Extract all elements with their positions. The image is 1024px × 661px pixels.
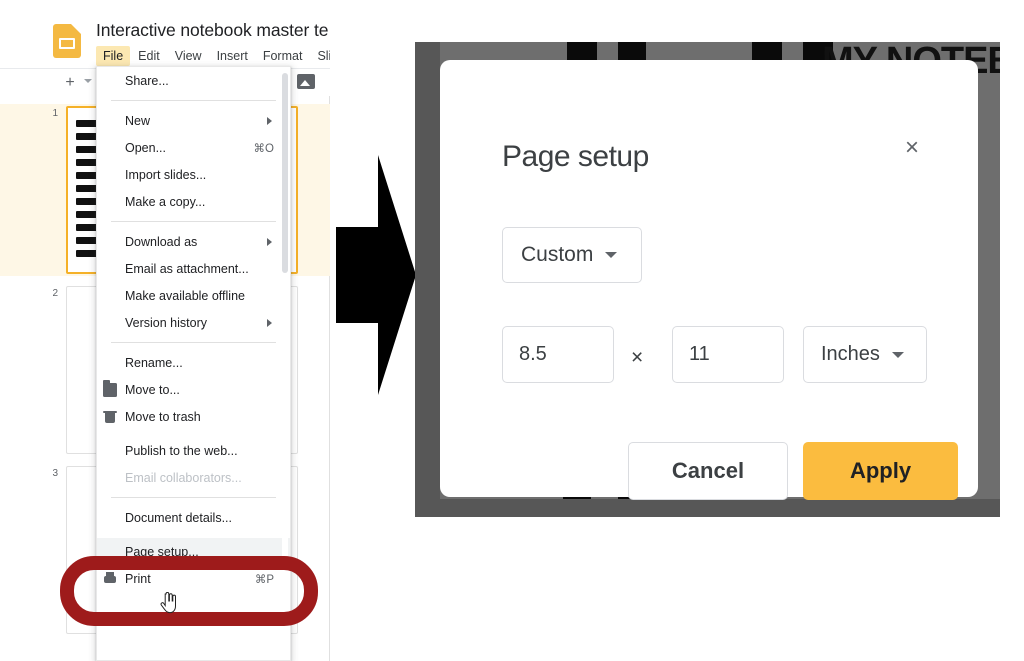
dialog-title: Page setup [502, 140, 649, 173]
menubar-item-edit[interactable]: Edit [131, 46, 167, 66]
chevron-down-icon[interactable] [84, 79, 92, 83]
menu-item-make-a-copy[interactable]: Make a copy... [97, 188, 290, 215]
menu-item-label: Move to trash [125, 409, 201, 424]
document-title[interactable]: Interactive notebook master te [96, 20, 329, 41]
menu-item-label: Make a copy... [125, 194, 206, 209]
page-size-preset-value: Custom [521, 243, 594, 266]
menu-gap [97, 430, 290, 437]
slide-number: 3 [52, 468, 58, 479]
screenshot-root: Interactive notebook master te File Edit V… [0, 0, 1024, 661]
menu-scrollbar-thumb[interactable] [282, 73, 288, 273]
menu-item-email-as-attachment[interactable]: Email as attachment... [97, 255, 290, 282]
menubar-item-slid[interactable]: Slid [310, 46, 330, 66]
menubar-item-view[interactable]: View [168, 46, 209, 66]
menu-separator [111, 497, 276, 498]
menu-item-label: Move to... [125, 382, 180, 397]
menubar-item-insert[interactable]: Insert [210, 46, 255, 66]
menu-item-label: Publish to the web... [125, 443, 238, 458]
menu-item-label: Email collaborators... [125, 470, 242, 485]
page-height-input[interactable]: 11 [672, 326, 784, 383]
menu-item-label: Open... [125, 140, 166, 155]
menu-item-publish-to-the-web[interactable]: Publish to the web... [97, 437, 290, 464]
menu-item-version-history[interactable]: Version history [97, 309, 290, 336]
submenu-arrow-icon [267, 237, 272, 246]
menu-item-new[interactable]: New [97, 107, 290, 134]
red-highlight-annotation [60, 556, 318, 626]
menu-item-move-to-trash[interactable]: Move to trash [97, 403, 290, 430]
menu-item-open[interactable]: Open... ⌘O [97, 134, 290, 161]
dimension-separator: × [631, 346, 644, 369]
page-setup-screenshot: MY NOTEBO Sl Page setup × Cus [415, 42, 1000, 517]
menu-item-share[interactable]: Share... [97, 67, 290, 94]
submenu-arrow-icon [267, 116, 272, 125]
google-slides-window: Interactive notebook master te File Edit V… [0, 0, 330, 661]
menu-bar: FileEditViewInsertFormatSlid [96, 45, 330, 67]
slide-left-border [415, 42, 440, 517]
menu-item-label: Document details... [125, 510, 232, 525]
page-width-input[interactable]: 8.5 [502, 326, 614, 383]
menu-item-email-collaborators: Email collaborators... [97, 464, 290, 491]
menubar-item-file[interactable]: File [96, 46, 131, 66]
menu-item-label: Make available offline [125, 288, 245, 303]
apply-button[interactable]: Apply [803, 442, 958, 500]
menubar-item-format[interactable]: Format [256, 46, 310, 66]
menu-item-download-as[interactable]: Download as [97, 228, 290, 255]
slide-bottom-border [415, 499, 1000, 517]
menu-item-label: Email as attachment... [125, 261, 249, 276]
menu-item-label: Import slides... [125, 167, 207, 182]
trash-icon [103, 410, 117, 424]
add-slide-button[interactable]: + [60, 73, 80, 93]
menu-item-import-slides[interactable]: Import slides... [97, 161, 290, 188]
logo-fold [71, 24, 81, 34]
cancel-button[interactable]: Cancel [628, 442, 788, 500]
menu-item-label: Version history [125, 315, 207, 330]
slide-number: 1 [52, 108, 58, 119]
page-setup-dialog: Page setup × Custom 8.5 × 11 Inches Canc… [440, 60, 978, 500]
folder-icon [103, 379, 117, 397]
menu-separator [111, 100, 276, 101]
page-units-dropdown[interactable]: Inches [803, 326, 927, 383]
menu-item-move-to[interactable]: Move to... [97, 376, 290, 403]
menu-gap [97, 531, 290, 538]
page-units-value: Inches [821, 343, 880, 365]
pointing-hand-cursor [160, 592, 176, 614]
menu-item-shortcut: ⌘O [253, 142, 274, 155]
image-icon[interactable] [297, 74, 315, 89]
document-header: Interactive notebook master te File Edit V… [0, 0, 330, 68]
menu-item-label: Download as [125, 234, 198, 249]
chevron-down-icon [891, 351, 904, 358]
menu-item-label: Share... [125, 73, 169, 88]
right-arrow-icon [336, 155, 416, 395]
file-menu-list: Share... New Open... ⌘O Import slides... Make… [97, 67, 290, 592]
menu-separator [111, 342, 276, 343]
menu-item-label: New [125, 113, 151, 128]
submenu-arrow-icon [267, 318, 272, 327]
menu-item-rename[interactable]: Rename... [97, 349, 290, 376]
slide-number: 2 [52, 288, 58, 299]
logo-inner-shape [59, 38, 75, 49]
google-slides-icon [53, 24, 81, 58]
chevron-down-icon [605, 252, 618, 258]
menu-separator [111, 221, 276, 222]
close-icon[interactable]: × [898, 134, 926, 162]
menu-item-document-details[interactable]: Document details... [97, 504, 290, 531]
page-size-preset-dropdown[interactable]: Custom [502, 227, 642, 283]
menu-item-label: Rename... [125, 355, 183, 370]
menu-item-make-available-offline[interactable]: Make available offline [97, 282, 290, 309]
